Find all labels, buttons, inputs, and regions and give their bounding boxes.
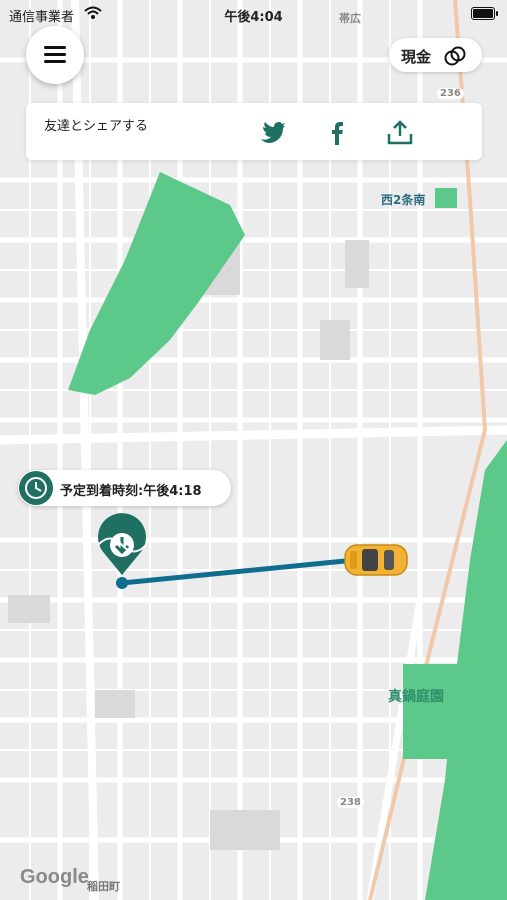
share-card: 友達とシェアする [26, 103, 482, 160]
payment-method-chip[interactable]: 現金 [389, 38, 482, 72]
share-icon [387, 120, 413, 145]
facebook-button[interactable] [324, 119, 352, 147]
cash-icon [444, 46, 466, 66]
eta-bubble: 予定到着時刻:午後4:18 [18, 470, 231, 506]
map-label: 真鍋庭園 [388, 689, 444, 705]
share-label: 友達とシェアする [44, 119, 149, 134]
taxi-icon [344, 544, 408, 576]
clock-icon [19, 471, 53, 505]
map-label: 西2条南 [381, 193, 426, 207]
menu-button[interactable] [26, 26, 84, 84]
google-logo: Google [20, 866, 89, 888]
twitter-button[interactable] [258, 119, 286, 147]
eta-text: 予定到着時刻:午後4:18 [60, 484, 202, 499]
road-number: 236 [437, 88, 464, 99]
payment-label: 現金 [401, 48, 432, 66]
status-bar: 通信事業者 午後4:04 [0, 0, 507, 28]
road-number: 238 [337, 797, 364, 808]
battery-icon [471, 7, 498, 20]
map-label: 稲田町 [87, 880, 120, 893]
twitter-icon [261, 122, 285, 143]
facebook-icon [332, 122, 343, 145]
share-button[interactable] [386, 119, 414, 147]
clock-time: 午後4:04 [224, 10, 283, 25]
